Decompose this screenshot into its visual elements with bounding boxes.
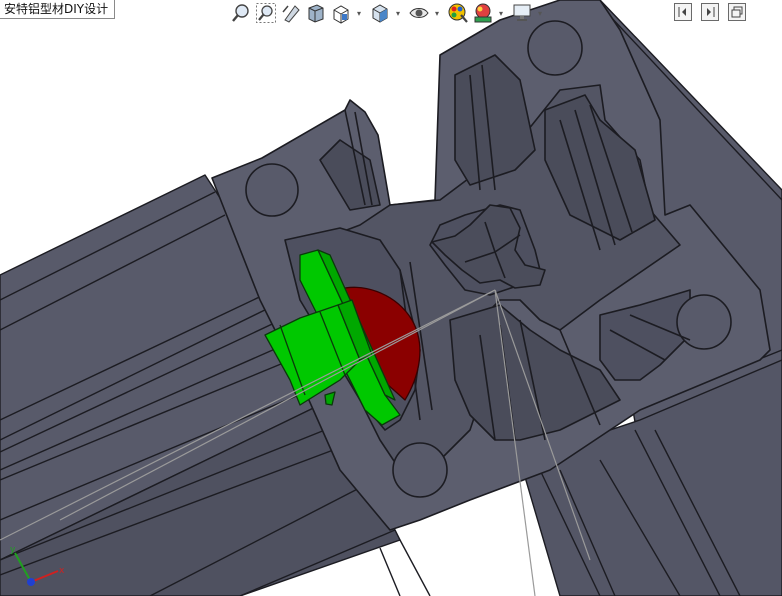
view-settings-menu-icon[interactable]: ▾ <box>536 2 544 24</box>
edit-appearance-icon[interactable] <box>447 2 469 24</box>
view-orientation-icon[interactable] <box>330 2 352 24</box>
triad-x-label: x <box>59 566 65 576</box>
apply-scene-icon[interactable] <box>472 2 494 24</box>
view-orientation-menu-icon[interactable]: ▾ <box>355 2 363 24</box>
display-style-icon[interactable] <box>369 2 391 24</box>
document-title-tag: 安特铝型材DIY设计 <box>0 0 116 19</box>
graphics-area[interactable]: y x 安特铝型材DIY设计 ▾ ▾ ▾ ▾ ▾ <box>0 0 782 596</box>
collapse-right-icon[interactable] <box>701 3 719 21</box>
apply-scene-menu-icon[interactable]: ▾ <box>497 2 505 24</box>
restore-window-icon[interactable] <box>728 3 746 21</box>
display-style-menu-icon[interactable]: ▾ <box>394 2 402 24</box>
zoom-to-area-icon[interactable] <box>255 2 277 24</box>
hide-show-items-icon[interactable] <box>408 2 430 24</box>
triad-y-label: y <box>10 545 16 555</box>
section-view-icon[interactable] <box>305 2 327 24</box>
hide-show-menu-icon[interactable]: ▾ <box>433 2 441 24</box>
view-settings-icon[interactable] <box>511 2 533 24</box>
zoom-to-fit-icon[interactable] <box>230 2 252 24</box>
heads-up-view-toolbar: ▾ ▾ ▾ ▾ ▾ <box>230 2 550 24</box>
viewport-window-controls <box>674 3 755 21</box>
collapse-left-icon[interactable] <box>674 3 692 21</box>
previous-view-icon[interactable] <box>280 2 302 24</box>
cad-viewport[interactable]: y x <box>0 0 782 596</box>
